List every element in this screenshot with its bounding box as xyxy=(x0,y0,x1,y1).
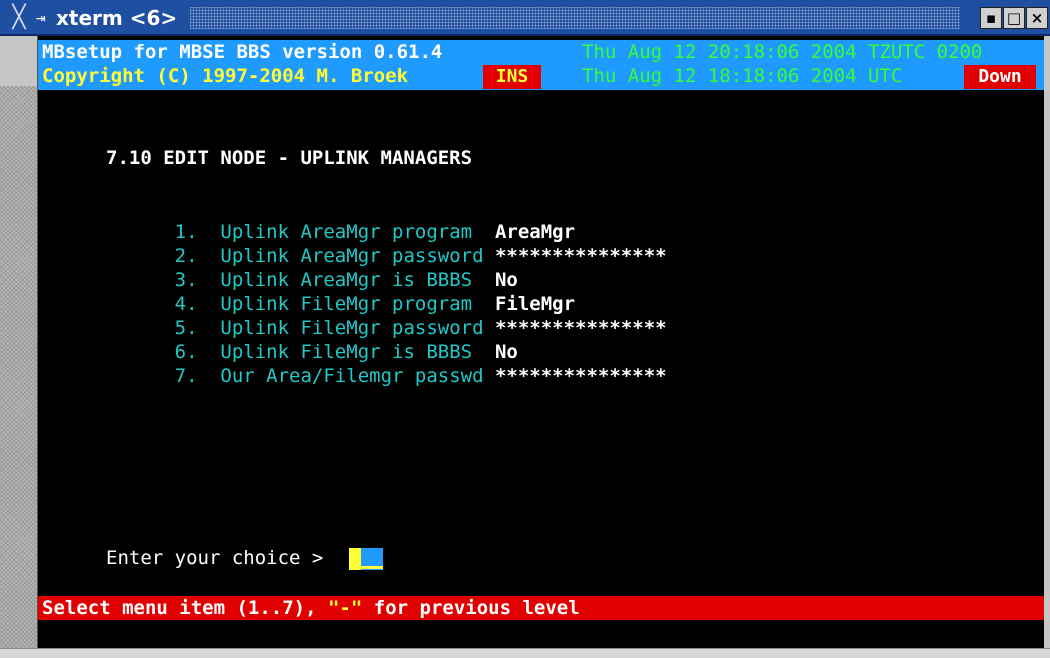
page-title: 7.10 EDIT NODE - UPLINK MANAGERS xyxy=(106,147,473,169)
input-underline xyxy=(361,566,383,569)
terminal-screen[interactable]: MBsetup for MBSE BBS version 0.61.4 Copy… xyxy=(38,36,1044,648)
xterm-window: ╳ ⇥ xterm <6> ▪ □ × MBsetup for MBSE BBS… xyxy=(0,0,1050,658)
menu-item-value: *************** xyxy=(494,365,667,387)
status-suffix: for previous level xyxy=(362,597,580,619)
x-logo-icon[interactable]: ╳ xyxy=(4,4,34,32)
ins-badge: INS xyxy=(483,65,541,89)
text-cursor xyxy=(349,548,361,570)
menu-item-7[interactable]: 7. Our Area/Filemgr passwd *************… xyxy=(106,340,667,412)
copyright-line: Copyright (C) 1997-2004 M. Broek xyxy=(42,65,409,87)
close-icon[interactable]: × xyxy=(1026,7,1048,29)
app-version-line: MBsetup for MBSE BBS version 0.61.4 xyxy=(42,41,443,63)
status-badge: Down xyxy=(964,65,1036,89)
status-message: Select menu item (1..7), "-" for previou… xyxy=(42,596,580,620)
menu-item-number: 7. xyxy=(174,365,198,387)
window-right-border xyxy=(1044,36,1050,648)
scrollbar-thumb[interactable] xyxy=(0,36,37,86)
local-time: Thu Aug 12 20:18:06 2004 TZUTC 0200 xyxy=(582,41,983,63)
vertical-scrollbar[interactable] xyxy=(0,36,38,648)
window-title: xterm <6> xyxy=(56,6,178,30)
title-bar-grip[interactable] xyxy=(190,7,960,29)
menu-item-label: Our Area/Filemgr passwd xyxy=(220,365,484,387)
choice-input[interactable] xyxy=(349,548,383,570)
title-bar[interactable]: ╳ ⇥ xterm <6> ▪ □ × xyxy=(0,0,1050,36)
choice-prompt: Enter your choice > xyxy=(106,547,335,569)
menu-item-value: *************** xyxy=(494,317,667,339)
status-prefix: Select menu item (1..7), xyxy=(42,597,328,619)
window-bottom-border[interactable] xyxy=(0,648,1050,658)
maximize-icon[interactable]: □ xyxy=(1003,7,1025,29)
status-quoted-key: "-" xyxy=(327,597,363,619)
minimize-icon[interactable]: ▪ xyxy=(980,7,1002,29)
menu-item-value: *************** xyxy=(494,245,667,267)
utc-time: Thu Aug 12 18:18:06 2004 UTC xyxy=(582,65,903,87)
terminal-icon: ⇥ xyxy=(36,8,46,27)
